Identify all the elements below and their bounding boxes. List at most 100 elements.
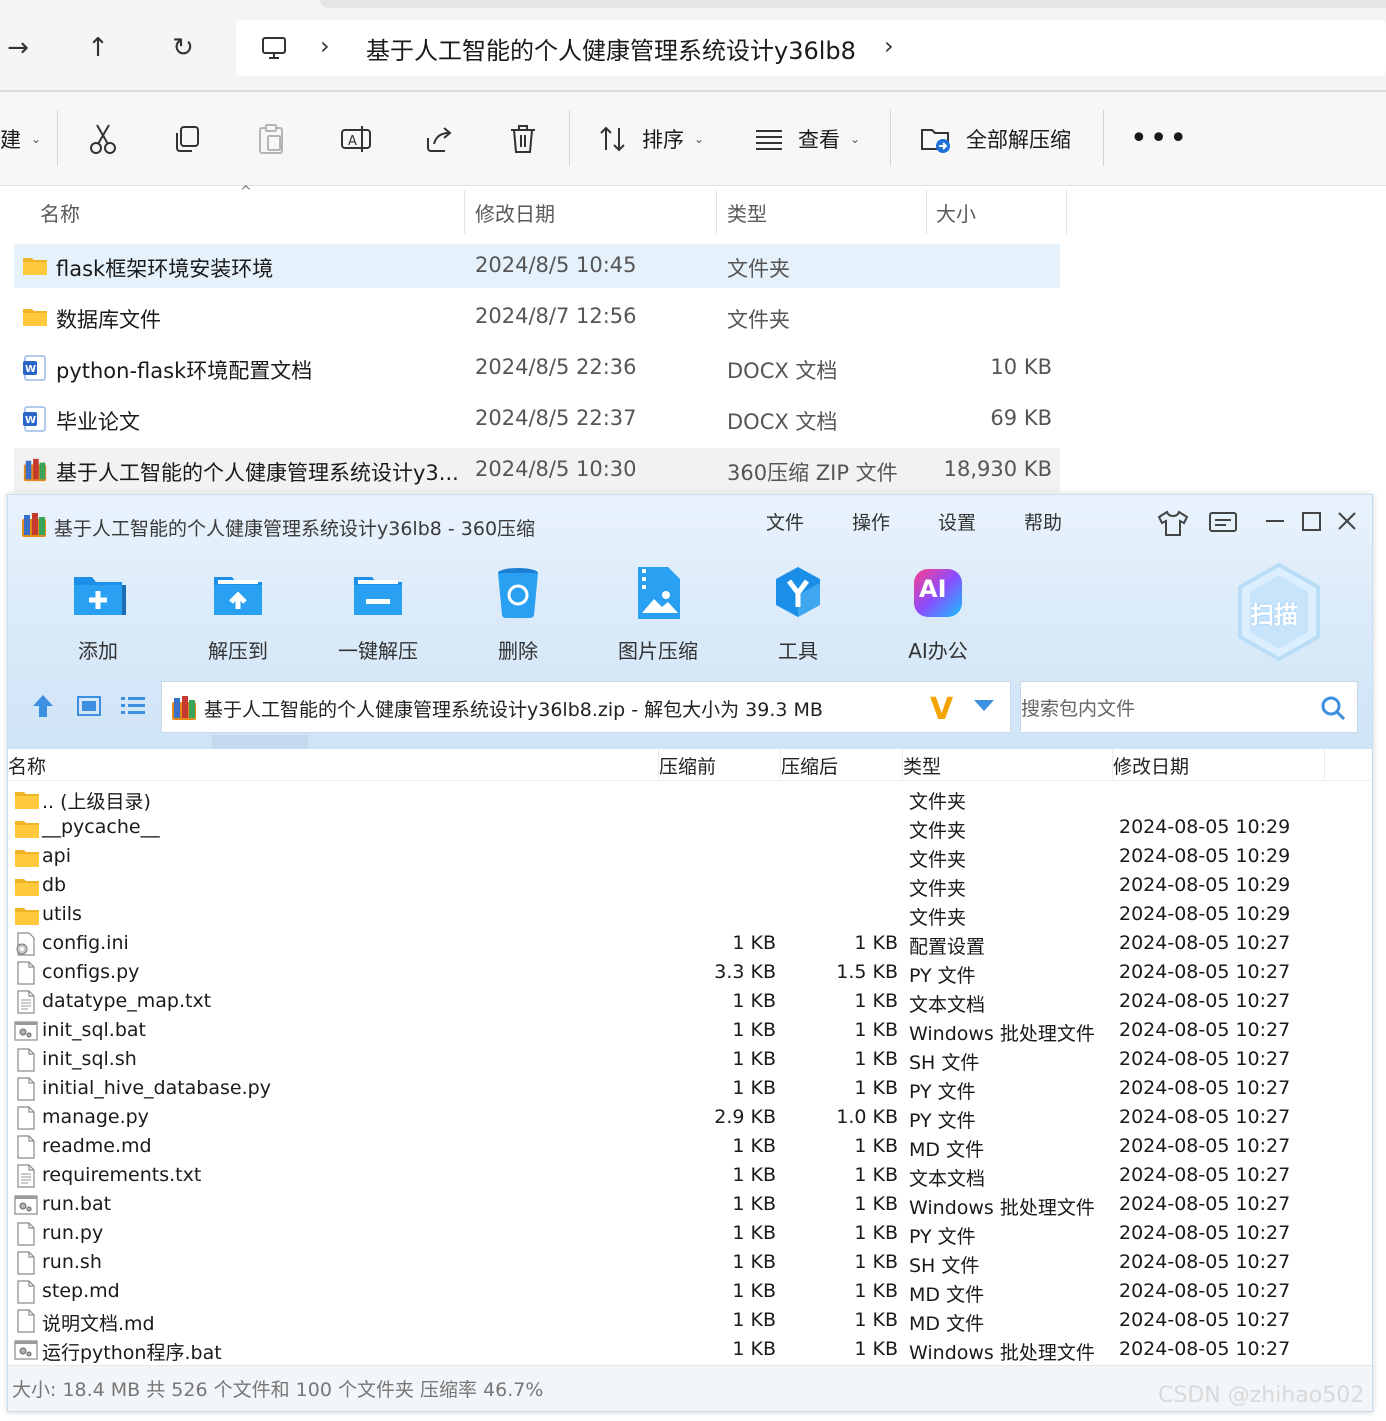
maximize-button[interactable] — [1294, 507, 1328, 539]
table-row[interactable]: init_sql.sh 1 KB 1 KB SH 文件 2024-08-05 10:27 — [8, 1046, 1372, 1075]
v-logo-icon[interactable]: V — [930, 692, 953, 727]
column-separator[interactable] — [1112, 749, 1113, 779]
column-type[interactable]: 类型 — [903, 752, 941, 779]
feedback-button[interactable] — [1206, 507, 1240, 539]
list-item[interactable]: 基于人工智能的个人健康管理系统设计y3... 2024/8/5 10:30 36… — [14, 448, 1060, 492]
computer-icon[interactable] — [260, 34, 288, 62]
search-input[interactable]: 搜索包内文件 — [1021, 694, 1135, 721]
column-separator[interactable] — [780, 749, 781, 779]
skin-button[interactable] — [1156, 507, 1190, 539]
file-name: 基于人工智能的个人健康管理系统设计y3... — [56, 461, 459, 485]
breadcrumb-bar[interactable]: › 基于人工智能的个人健康管理系统设计y36lb8 › — [236, 20, 1386, 76]
column-separator[interactable] — [902, 749, 903, 779]
table-row[interactable]: manage.py 2.9 KB 1.0 KB PY 文件 2024-08-05 10:… — [8, 1104, 1372, 1133]
scan-button[interactable]: 扫描 — [1234, 561, 1324, 663]
column-separator[interactable] — [926, 190, 927, 234]
forward-arrow-icon[interactable]: → — [0, 30, 36, 66]
cut-button[interactable] — [88, 116, 118, 162]
column-separator[interactable] — [1066, 190, 1067, 234]
entry-date: 2024-08-05 10:27 — [1119, 1193, 1291, 1215]
breadcrumb-current-folder[interactable]: 基于人工智能的个人健康管理系统设计y36lb8 — [366, 31, 856, 66]
delete-button[interactable]: 删除 — [463, 565, 573, 665]
column-separator[interactable] — [464, 190, 465, 234]
up-arrow-icon[interactable] — [28, 691, 58, 721]
menu-operation[interactable]: 操作 — [852, 508, 890, 535]
delete-button[interactable] — [508, 116, 538, 162]
table-row[interactable]: db 文件夹 2024-08-05 10:29 — [8, 872, 1372, 901]
entry-date: 2024-08-05 10:29 — [1119, 874, 1291, 896]
list-item[interactable]: 数据库文件 2024/8/7 12:56 文件夹 — [14, 295, 1060, 339]
search-box[interactable]: 搜索包内文件 — [1020, 681, 1358, 733]
entry-type: MD 文件 — [909, 1139, 985, 1161]
table-row[interactable]: configs.py 3.3 KB 1.5 KB PY 文件 2024-08-05 10… — [8, 959, 1372, 988]
entry-type: 文件夹 — [909, 878, 967, 900]
column-separator[interactable] — [1324, 749, 1325, 779]
tshirt-icon — [1157, 510, 1189, 536]
one-click-extract-button[interactable]: 一键解压 — [323, 565, 433, 665]
sort-button[interactable]: 排序 ⌄ — [598, 116, 704, 162]
column-name[interactable]: 名称 — [8, 752, 46, 779]
column-separator[interactable] — [716, 190, 717, 234]
column-before-size[interactable]: 压缩前 — [659, 752, 716, 779]
table-row[interactable]: requirements.txt 1 KB 1 KB 文本文档 2024-08-05 1… — [8, 1162, 1372, 1191]
thumbnail-view-icon[interactable] — [74, 691, 104, 721]
table-row[interactable]: run.bat 1 KB 1 KB Windows 批处理文件 2024-08-05 1… — [8, 1191, 1372, 1220]
table-row[interactable]: run.py 1 KB 1 KB PY 文件 2024-08-05 10:27 — [8, 1220, 1372, 1249]
list-item[interactable]: flask框架环境安装环境 2024/8/5 10:45 文件夹 — [14, 244, 1060, 288]
refresh-icon[interactable]: ↻ — [165, 30, 201, 66]
copy-button[interactable] — [172, 116, 202, 162]
table-row[interactable]: config.ini 1 KB 1 KB 配置设置 2024-08-05 10:27 — [8, 930, 1372, 959]
table-row[interactable]: step.md 1 KB 1 KB MD 文件 2024-08-05 10:27 — [8, 1278, 1372, 1307]
entry-type: MD 文件 — [909, 1284, 985, 1306]
table-row[interactable]: .. (上级目录) 文件夹 — [8, 785, 1372, 814]
add-button[interactable]: 添加 — [43, 565, 153, 665]
file-type: 360压缩 ZIP 文件 — [727, 461, 898, 485]
more-options-button[interactable]: ••• — [1130, 116, 1189, 162]
view-button[interactable]: 查看 ⌄ — [754, 116, 860, 162]
list-item[interactable]: W 毕业论文 2024/8/5 22:37 DOCX 文档 69 KB — [14, 397, 1060, 441]
dropdown-arrow-icon[interactable] — [974, 700, 994, 711]
column-type[interactable]: 类型 — [727, 198, 767, 227]
menu-settings[interactable]: 设置 — [938, 508, 976, 535]
ai-office-button[interactable]: AI AI办公 — [883, 565, 993, 665]
archive-path-field[interactable]: 基于人工智能的个人健康管理系统设计y36lb8.zip - 解包大小为 39.3… — [161, 681, 1011, 733]
close-button[interactable] — [1330, 507, 1364, 539]
table-row[interactable]: init_sql.bat 1 KB 1 KB Windows 批处理文件 2024-08… — [8, 1017, 1372, 1046]
menu-help[interactable]: 帮助 — [1024, 508, 1062, 535]
extract-all-button[interactable]: 全部解压缩 — [920, 116, 1071, 162]
tools-button[interactable]: 工具 — [743, 565, 853, 665]
column-date[interactable]: 修改日期 — [1113, 752, 1189, 779]
column-date[interactable]: 修改日期 — [475, 198, 555, 227]
entry-type: SH 文件 — [909, 1255, 980, 1277]
list-item[interactable]: W python-flask环境配置文档 2024/8/5 22:36 DOCX… — [14, 346, 1060, 390]
rename-button[interactable]: A — [340, 116, 372, 162]
column-size[interactable]: 大小 — [936, 198, 976, 227]
entry-size-after: 1 KB — [854, 932, 898, 954]
entry-type: Windows 批处理文件 — [909, 1342, 1095, 1364]
minimize-button[interactable] — [1258, 507, 1292, 539]
table-row[interactable]: run.sh 1 KB 1 KB SH 文件 2024-08-05 10:27 — [8, 1249, 1372, 1278]
share-button[interactable] — [424, 116, 454, 162]
column-separator[interactable] — [658, 749, 659, 779]
table-row[interactable]: initial_hive_database.py 1 KB 1 KB PY 文件 202… — [8, 1075, 1372, 1104]
search-icon[interactable] — [1319, 694, 1347, 722]
table-row[interactable]: readme.md 1 KB 1 KB MD 文件 2024-08-05 10:27 — [8, 1133, 1372, 1162]
entry-date: 2024-08-05 10:27 — [1119, 1048, 1291, 1070]
image-compress-button[interactable]: 图片压缩 — [603, 565, 713, 665]
table-row[interactable]: api 文件夹 2024-08-05 10:29 — [8, 843, 1372, 872]
table-row[interactable]: 运行python程序.bat 1 KB 1 KB Windows 批处理文件 2024-… — [8, 1336, 1372, 1365]
column-name[interactable]: 名称 — [40, 198, 80, 227]
paste-button[interactable] — [256, 116, 286, 162]
new-button[interactable]: 建 ⌄ — [0, 116, 41, 162]
menu-file[interactable]: 文件 — [766, 508, 804, 535]
table-row[interactable]: __pycache__ 文件夹 2024-08-05 10:29 — [8, 814, 1372, 843]
chevron-right-icon[interactable]: › — [884, 32, 894, 60]
up-arrow-icon[interactable]: ↑ — [80, 30, 116, 66]
list-view-icon[interactable] — [118, 691, 148, 721]
zip-archive-icon — [22, 513, 46, 537]
table-row[interactable]: utils 文件夹 2024-08-05 10:29 — [8, 901, 1372, 930]
table-row[interactable]: 说明文档.md 1 KB 1 KB MD 文件 2024-08-05 10:27 — [8, 1307, 1372, 1336]
column-after-size[interactable]: 压缩后 — [781, 752, 838, 779]
table-row[interactable]: datatype_map.txt 1 KB 1 KB 文本文档 2024-08-05 1… — [8, 988, 1372, 1017]
extract-to-button[interactable]: 解压到 — [183, 565, 293, 665]
